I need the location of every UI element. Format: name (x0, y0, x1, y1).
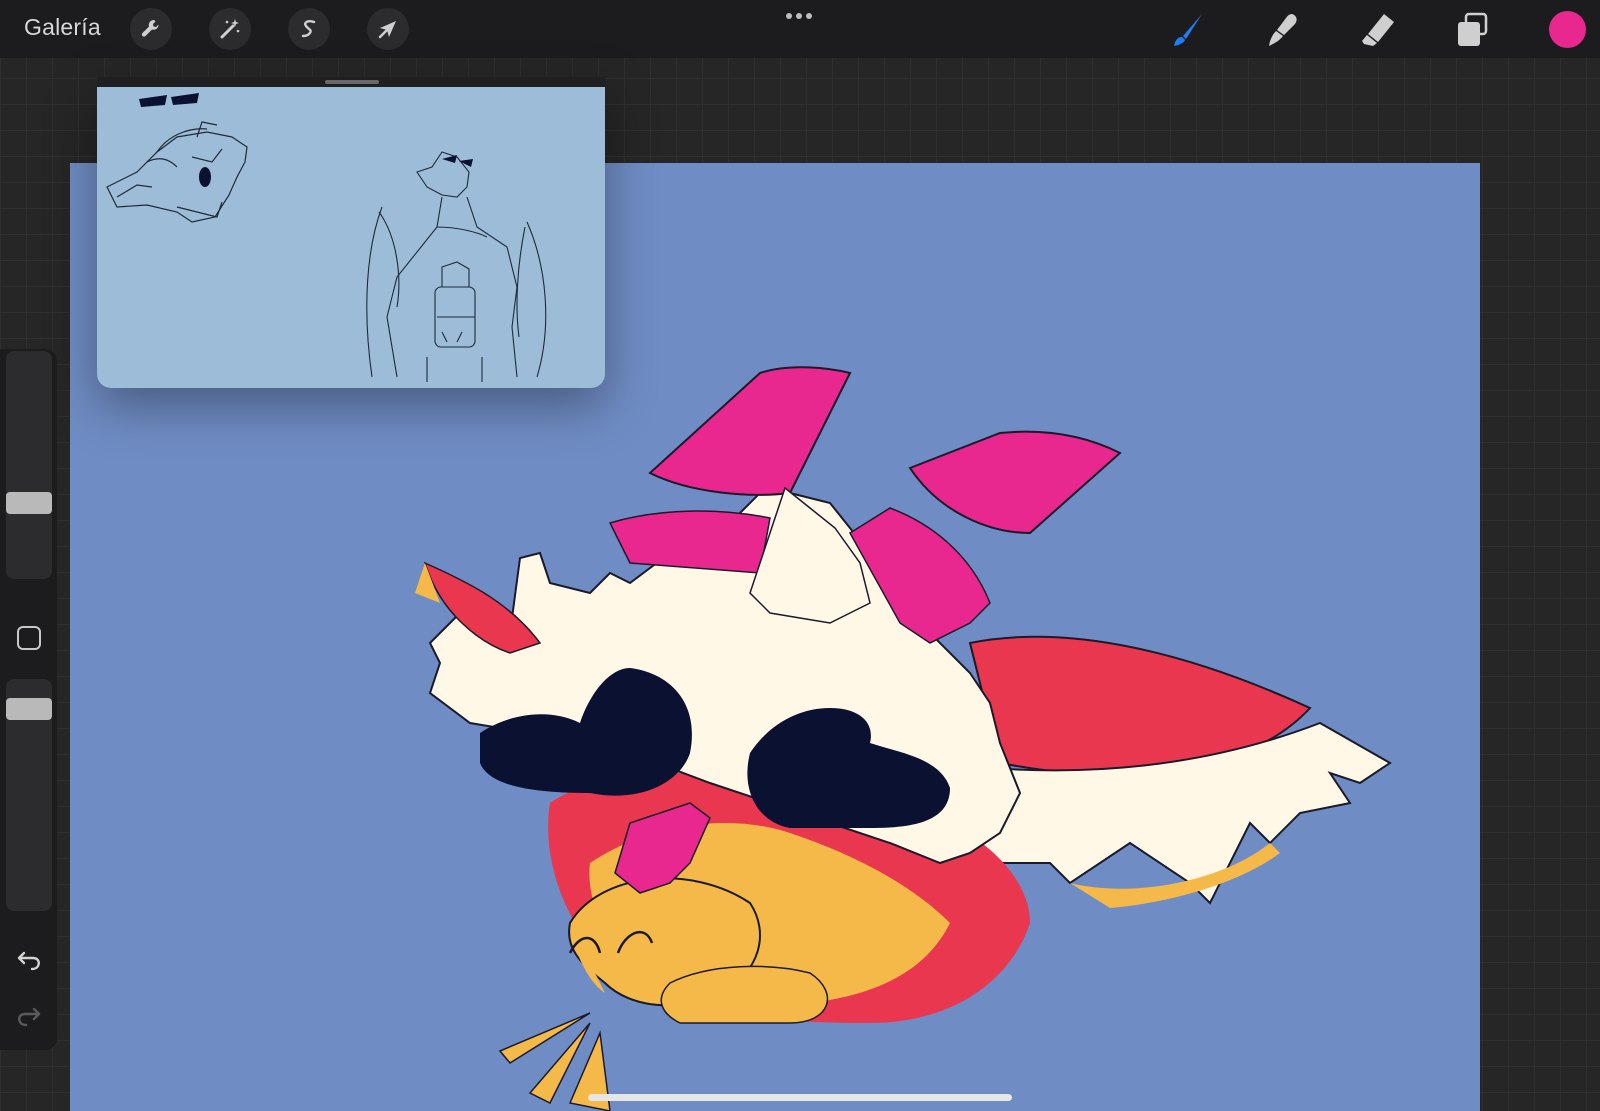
home-indicator[interactable] (588, 1094, 1012, 1101)
layers-button[interactable] (1452, 10, 1492, 50)
square-modify-icon[interactable] (17, 626, 41, 650)
eraser-button[interactable] (1358, 10, 1398, 50)
actions-button[interactable] (130, 8, 172, 50)
transform-button[interactable] (367, 8, 409, 50)
layers-icon (1458, 12, 1488, 46)
color-picker-button[interactable] (1549, 11, 1586, 48)
wrench-icon (141, 19, 159, 37)
eraser-icon (1362, 14, 1394, 46)
left-sidebar (0, 349, 57, 1050)
brush-size-slider[interactable] (6, 351, 52, 579)
magic-wand-icon (220, 19, 240, 39)
smudge-button[interactable] (1262, 10, 1302, 50)
more-dots-icon[interactable] (783, 11, 815, 21)
selection-s-icon (301, 20, 316, 38)
gallery-button[interactable]: Galería (24, 14, 101, 41)
opacity-slider-thumb[interactable] (6, 698, 52, 720)
adjustments-button[interactable] (209, 8, 251, 50)
brush-icon (1174, 14, 1202, 46)
reference-sketch-image (106, 93, 547, 382)
redo-icon[interactable] (14, 1001, 44, 1031)
brush-button[interactable] (1168, 10, 1208, 50)
undo-icon[interactable] (14, 945, 44, 975)
smudge-finger-icon (1269, 14, 1297, 46)
top-toolbar: Galería (0, 0, 1600, 58)
reference-window[interactable] (97, 77, 605, 388)
selection-button[interactable] (288, 8, 330, 50)
brush-size-slider-thumb[interactable] (6, 492, 52, 514)
arrow-cursor-icon (378, 21, 396, 39)
